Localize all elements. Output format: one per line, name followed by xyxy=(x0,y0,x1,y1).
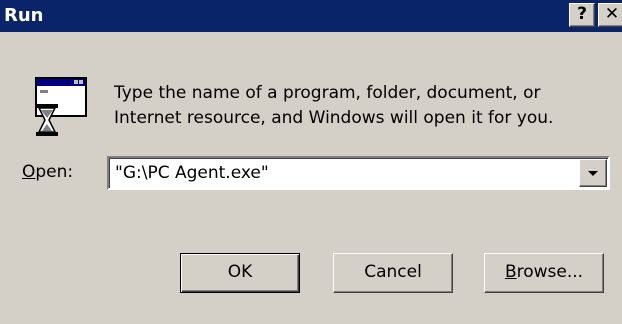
open-label-rest: pen: xyxy=(35,162,74,182)
close-button[interactable]: ✕ xyxy=(598,3,622,27)
browse-label-rest: rowse... xyxy=(516,262,584,282)
cancel-button[interactable]: Cancel xyxy=(333,253,453,293)
window-title: Run xyxy=(4,5,44,26)
open-input[interactable] xyxy=(115,161,575,185)
run-program-icon xyxy=(35,77,87,136)
run-dialog: Run ? ✕ Type the name of a program, fold… xyxy=(0,0,622,324)
description-line-1: Type the name of a program, folder, docu… xyxy=(114,83,541,103)
help-button[interactable]: ? xyxy=(569,3,595,27)
open-dropdown-button[interactable] xyxy=(579,159,607,187)
open-label-mnemonic: O xyxy=(22,162,36,182)
ok-button[interactable]: OK xyxy=(180,253,300,293)
open-combobox[interactable] xyxy=(107,156,610,190)
title-bar[interactable]: Run ? ✕ xyxy=(0,0,622,32)
description-line-2: Internet resource, and Windows will open… xyxy=(114,108,554,128)
chevron-down-icon xyxy=(588,171,598,176)
open-label: Open: xyxy=(22,160,73,184)
browse-mnemonic: B xyxy=(504,262,517,282)
close-icon: ✕ xyxy=(604,4,620,24)
dialog-description: Type the name of a program, folder, docu… xyxy=(114,81,594,131)
browse-button[interactable]: Browse... xyxy=(484,253,604,293)
